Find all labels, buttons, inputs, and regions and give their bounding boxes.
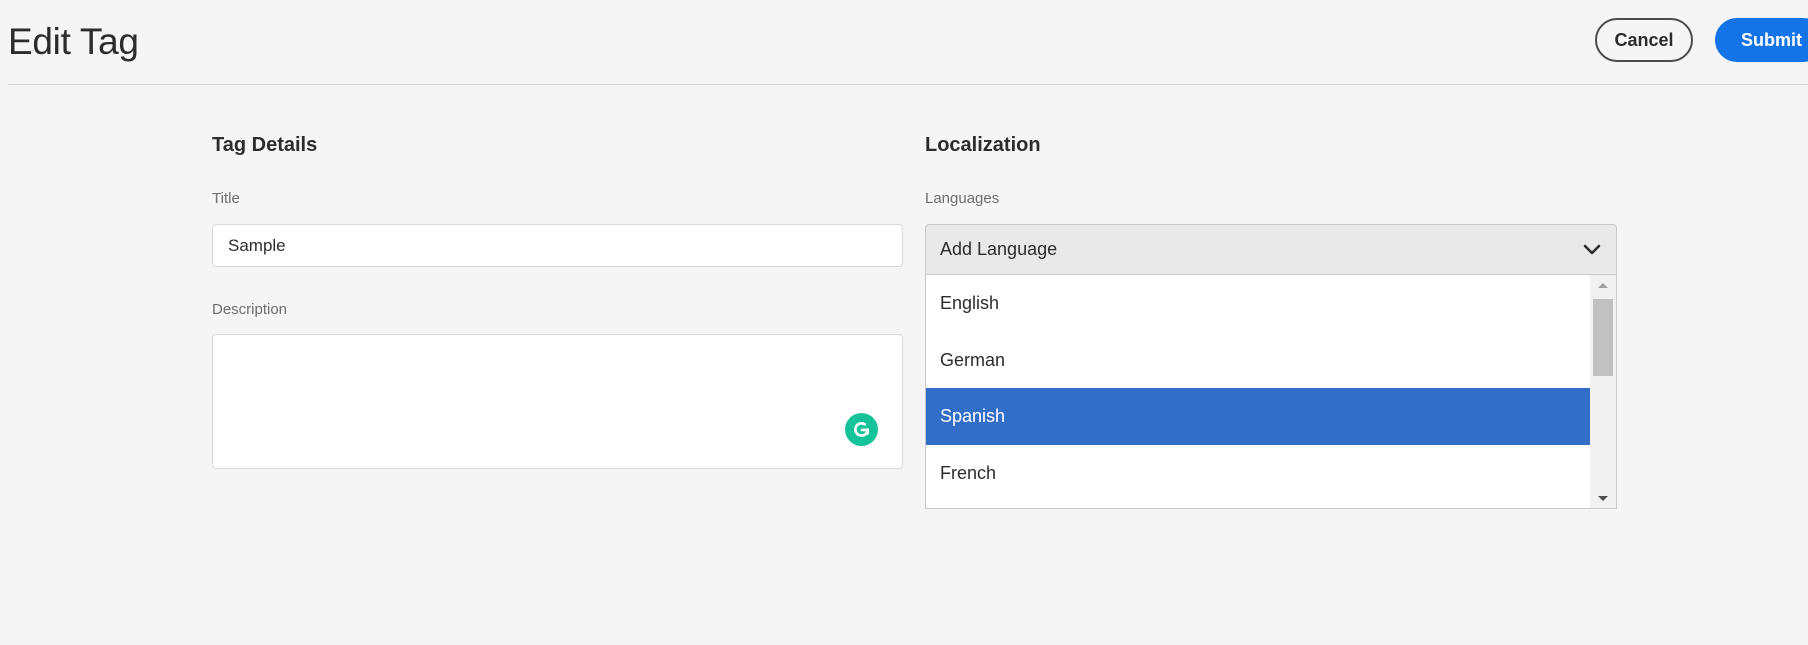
tag-details-heading: Tag Details: [212, 134, 318, 156]
title-input[interactable]: Sample: [212, 224, 903, 267]
scrollbar-thumb[interactable]: [1593, 299, 1613, 376]
scroll-down-arrow-icon[interactable]: [1590, 489, 1616, 508]
language-option-english[interactable]: English: [926, 275, 1591, 332]
language-listbox: English German Spanish French: [925, 275, 1617, 509]
description-label: Description: [212, 301, 288, 318]
submit-button[interactable]: Submit: [1715, 18, 1808, 62]
add-language-select[interactable]: Add Language: [925, 224, 1617, 275]
chevron-down-icon: [1582, 240, 1602, 260]
description-textarea[interactable]: [212, 334, 903, 469]
language-option-spanish[interactable]: Spanish: [926, 388, 1591, 445]
scroll-up-arrow-icon[interactable]: [1590, 275, 1616, 295]
languages-label: Languages: [925, 190, 1000, 207]
listbox-scrollbar[interactable]: [1590, 275, 1616, 508]
add-language-placeholder: Add Language: [940, 239, 1058, 259]
cancel-button[interactable]: Cancel: [1595, 18, 1693, 62]
grammarly-icon[interactable]: [845, 413, 878, 446]
page-title: Edit Tag: [8, 21, 139, 62]
page-header: Edit Tag: [8, 0, 1808, 85]
language-option-french[interactable]: French: [926, 445, 1591, 502]
language-option-german[interactable]: German: [926, 332, 1591, 389]
title-label: Title: [212, 190, 240, 207]
localization-heading: Localization: [925, 134, 1041, 156]
